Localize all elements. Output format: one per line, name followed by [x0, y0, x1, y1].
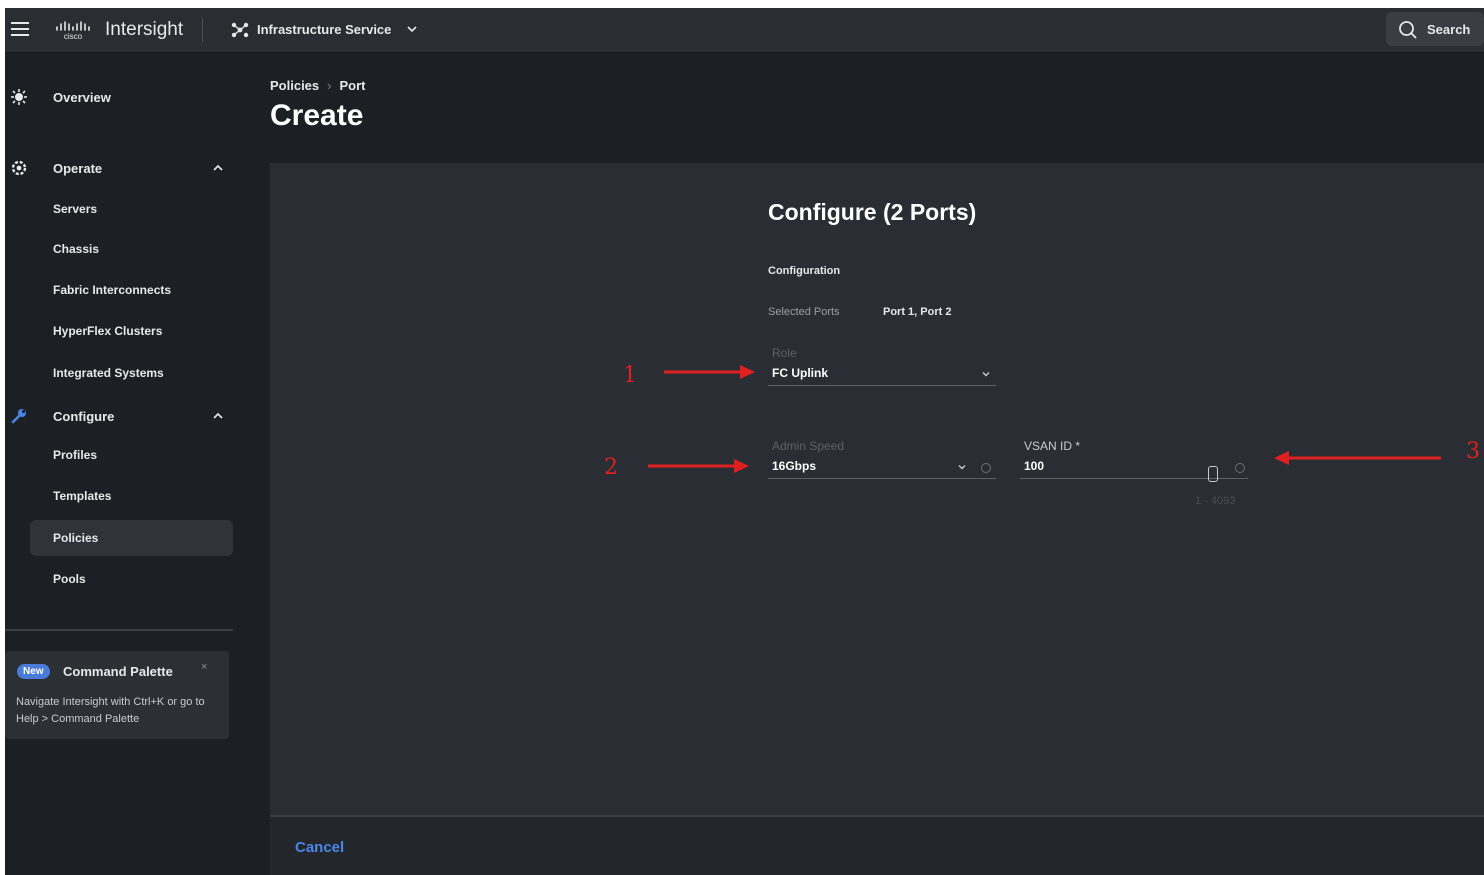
sidebar-item-servers[interactable]: Servers — [30, 191, 233, 227]
chevron-up-icon[interactable] — [211, 409, 225, 423]
sidebar-item-label: Configure — [53, 409, 115, 424]
app-window: cisco Intersight Infrastructure Service … — [5, 8, 1484, 875]
chevron-down-icon — [982, 372, 990, 377]
breadcrumb-link-policies[interactable]: Policies — [270, 78, 319, 93]
annotation-number: 2 — [604, 455, 618, 480]
command-palette-description: Navigate Intersight with Ctrl+K or go to… — [16, 696, 205, 725]
sidebar-item-label: Integrated Systems — [53, 366, 164, 380]
sidebar-item-fabric-interconnects[interactable]: Fabric Interconnects — [30, 272, 233, 308]
page-title: Create — [270, 99, 364, 132]
sidebar-item-label: Fabric Interconnects — [53, 283, 172, 297]
wrench-icon — [11, 409, 26, 424]
cisco-logo-icon: cisco — [56, 21, 90, 41]
admin-speed-label: Admin Speed — [772, 439, 845, 453]
top-bar: cisco Intersight Infrastructure Service … — [5, 8, 1484, 53]
sidebar-item-label: Profiles — [53, 448, 98, 462]
sidebar: Overview Operate Servers Chassis Fabric … — [5, 53, 245, 875]
command-palette-card: New Command Palette × Navigate Intersigh… — [5, 651, 229, 739]
overview-icon — [11, 89, 27, 105]
chevron-up-icon[interactable] — [211, 161, 225, 175]
annotation-number: 1 — [623, 363, 637, 388]
selected-ports-label: Selected Ports — [768, 306, 840, 318]
footer-bar: Cancel — [270, 815, 1484, 875]
divider — [5, 629, 233, 631]
sidebar-item-chassis[interactable]: Chassis — [30, 231, 233, 267]
annotation-arrow — [664, 365, 755, 379]
breadcrumb: Policies › Port — [270, 78, 365, 93]
command-palette-title: Command Palette — [63, 664, 173, 679]
role-value: FC Uplink — [772, 366, 828, 380]
search-label: Search — [1427, 22, 1471, 37]
vsan-id-range-hint: 1 - 4093 — [1195, 495, 1236, 507]
cancel-button[interactable]: Cancel — [295, 839, 344, 856]
vsan-id-label: VSAN ID * — [1024, 439, 1081, 453]
infrastructure-service-icon[interactable] — [230, 21, 250, 39]
search-button[interactable]: Search — [1386, 12, 1484, 46]
divider — [202, 18, 203, 42]
sidebar-item-templates[interactable]: Templates — [30, 478, 233, 514]
sidebar-item-overview[interactable]: Overview — [5, 79, 245, 115]
sidebar-item-integrated-systems[interactable]: Integrated Systems — [30, 355, 233, 391]
app-name: Intersight — [105, 19, 184, 40]
new-badge: New — [17, 664, 50, 679]
annotation-number: 3 — [1466, 439, 1480, 464]
info-icon[interactable] — [981, 463, 991, 473]
section-title: Configuration — [768, 265, 841, 277]
sidebar-item-label: Servers — [53, 202, 98, 216]
selected-ports-value: Port 1, Port 2 — [883, 306, 952, 318]
breadcrumb-current: Port — [339, 78, 366, 93]
sidebar-item-hyperflex-clusters[interactable]: HyperFlex Clusters — [30, 313, 233, 349]
sidebar-item-label: HyperFlex Clusters — [53, 324, 163, 338]
sidebar-item-label: Pools — [53, 572, 86, 586]
sidebar-item-configure[interactable]: Configure — [5, 398, 245, 434]
role-label: Role — [772, 346, 797, 360]
close-icon[interactable]: × — [201, 661, 207, 673]
sidebar-item-label: Chassis — [53, 242, 100, 256]
configure-panel: Configure (2 Ports) Configuration Select… — [270, 163, 1484, 875]
admin-speed-select[interactable]: 16Gbps — [768, 456, 996, 479]
breadcrumb-separator: › — [327, 78, 332, 93]
admin-speed-value: 16Gbps — [772, 459, 817, 473]
menu-icon[interactable] — [11, 22, 29, 36]
sidebar-item-label: Operate — [53, 161, 103, 176]
sidebar-item-label: Policies — [53, 531, 99, 545]
sidebar-item-label: Overview — [53, 90, 111, 105]
sidebar-item-operate[interactable]: Operate — [5, 150, 245, 186]
role-select[interactable]: FC Uplink — [768, 363, 996, 386]
sidebar-item-profiles[interactable]: Profiles — [30, 437, 233, 473]
sidebar-item-pools[interactable]: Pools — [30, 561, 233, 597]
svg-text:cisco: cisco — [64, 32, 83, 41]
number-stepper-icon[interactable] — [1208, 466, 1218, 482]
chevron-down-icon — [958, 465, 966, 470]
vsan-id-value: 100 — [1024, 459, 1045, 473]
info-icon[interactable] — [1235, 463, 1245, 473]
sidebar-item-policies[interactable]: Policies — [30, 520, 233, 556]
gear-icon — [11, 160, 27, 176]
search-icon — [1399, 21, 1417, 39]
service-selector[interactable]: Infrastructure Service — [257, 22, 391, 37]
annotation-arrow — [648, 459, 749, 473]
configure-title: Configure (2 Ports) — [768, 199, 977, 225]
chevron-down-icon[interactable] — [405, 22, 419, 36]
sidebar-item-label: Templates — [53, 489, 112, 503]
annotation-arrow — [1274, 451, 1441, 465]
